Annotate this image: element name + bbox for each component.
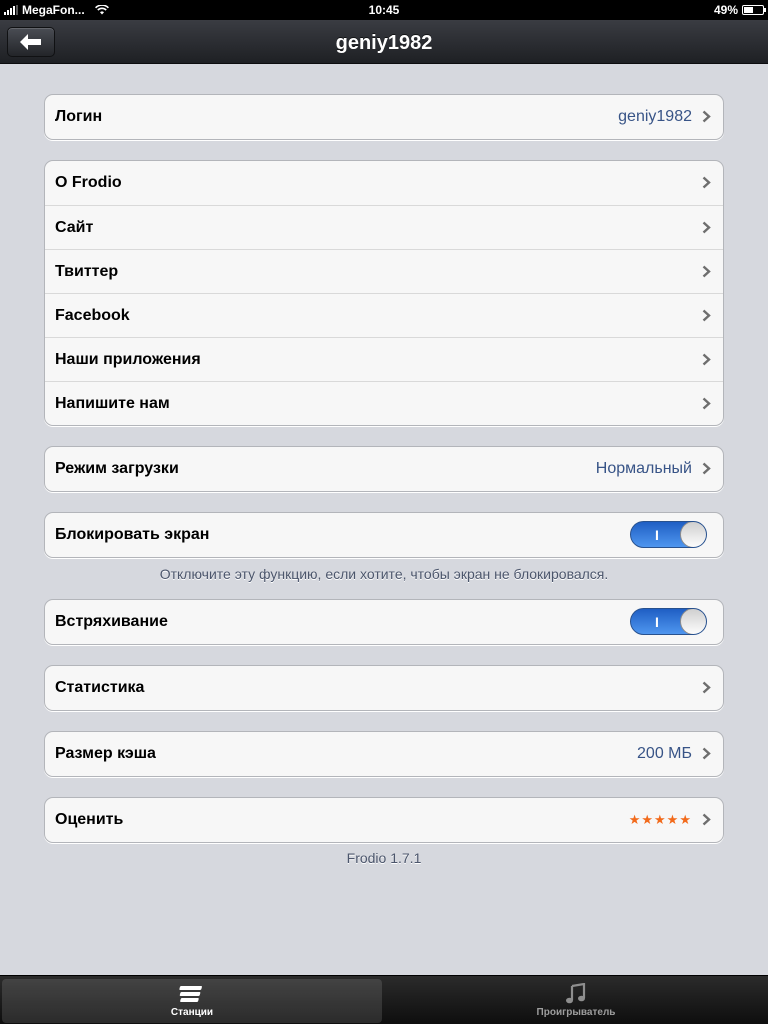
stats-row[interactable]: Статистика [45, 666, 723, 710]
shake-row: Встряхивание I [45, 600, 723, 644]
stats-group: Статистика [44, 665, 724, 711]
shake-toggle[interactable]: I [630, 608, 707, 635]
write-us-row[interactable]: Напишите нам [45, 381, 723, 425]
about-group: О Frodio Сайт Твиттер Facebook Наши прил… [44, 160, 724, 426]
chevron-right-icon [702, 265, 711, 278]
page-title: geniy1982 [335, 32, 433, 54]
row-label: Сайт [55, 219, 94, 236]
chevron-right-icon [702, 353, 711, 366]
tab-bar: Станции Проигрыватель [0, 975, 768, 1024]
login-label: Логин [55, 108, 103, 125]
download-mode-value: Нормальный [595, 460, 692, 477]
row-label: Напишите нам [55, 395, 170, 412]
rate-row[interactable]: Оценить ★★★★★ [45, 798, 723, 842]
chevron-right-icon [702, 681, 711, 694]
download-mode-group: Режим загрузки Нормальный [44, 446, 724, 492]
shake-label: Встряхивание [55, 613, 168, 630]
lock-screen-toggle[interactable]: I [630, 521, 707, 548]
chevron-right-icon [702, 110, 711, 123]
chevron-right-icon [702, 813, 711, 826]
shake-group: Встряхивание I [44, 599, 724, 645]
status-bar: MegaFon... 10:45 49% [0, 0, 768, 20]
lock-screen-label: Блокировать экран [55, 526, 210, 543]
stats-label: Статистика [55, 679, 145, 696]
our-apps-row[interactable]: Наши приложения [45, 337, 723, 381]
about-frodio-row[interactable]: О Frodio [45, 161, 723, 205]
login-group: Логин geniy1982 [44, 94, 724, 140]
row-label: Наши приложения [55, 351, 201, 368]
download-mode-label: Режим загрузки [55, 460, 179, 477]
tab-label: Станции [170, 1007, 214, 1018]
battery-percent: 49% [713, 3, 738, 17]
site-row[interactable]: Сайт [45, 205, 723, 249]
battery-icon [742, 5, 766, 15]
status-time: 10:45 [368, 3, 400, 17]
toggle-knob [680, 522, 706, 547]
battery-status: 49% [713, 3, 766, 17]
stations-icon [179, 986, 202, 1002]
cache-row[interactable]: Размер кэша 200 МБ [45, 732, 723, 776]
twitter-row[interactable]: Твиттер [45, 249, 723, 293]
row-label: Твиттер [55, 263, 119, 280]
tab-label: Проигрыватель [536, 1007, 616, 1018]
chevron-right-icon [702, 309, 711, 322]
chevron-right-icon [702, 462, 711, 475]
rate-label: Оценить [55, 811, 124, 828]
lock-screen-group: Блокировать экран I [44, 512, 724, 558]
cache-group: Размер кэша 200 МБ [44, 731, 724, 777]
row-label: Facebook [55, 307, 130, 324]
battery-level [744, 7, 753, 13]
lock-screen-footnote: Отключите эту функцию, если хотите, чтоб… [159, 566, 609, 582]
rating-stars: ★★★★★ [628, 812, 692, 827]
chevron-right-icon [702, 176, 711, 189]
chevron-right-icon [702, 221, 711, 234]
download-mode-row[interactable]: Режим загрузки Нормальный [45, 447, 723, 491]
login-value: geniy1982 [618, 108, 692, 125]
cache-value: 200 МБ [637, 745, 692, 762]
rate-group: Оценить ★★★★★ [44, 797, 724, 843]
toggle-knob [680, 609, 706, 634]
chevron-right-icon [702, 397, 711, 410]
cache-label: Размер кэша [55, 745, 156, 762]
toggle-on-label: I [655, 614, 659, 630]
facebook-row[interactable]: Facebook [45, 293, 723, 337]
row-label: О Frodio [55, 174, 122, 191]
tab-player[interactable]: Проигрыватель [386, 979, 766, 1023]
chevron-right-icon [702, 747, 711, 760]
login-row[interactable]: Логин geniy1982 [45, 95, 723, 139]
navigation-bar: geniy1982 [0, 20, 768, 64]
toggle-on-label: I [655, 527, 659, 543]
lock-screen-row: Блокировать экран I [45, 513, 723, 557]
tab-stations[interactable]: Станции [2, 979, 382, 1023]
music-note-icon [566, 983, 586, 1004]
app-version: Frodio 1.7.1 [346, 850, 422, 866]
